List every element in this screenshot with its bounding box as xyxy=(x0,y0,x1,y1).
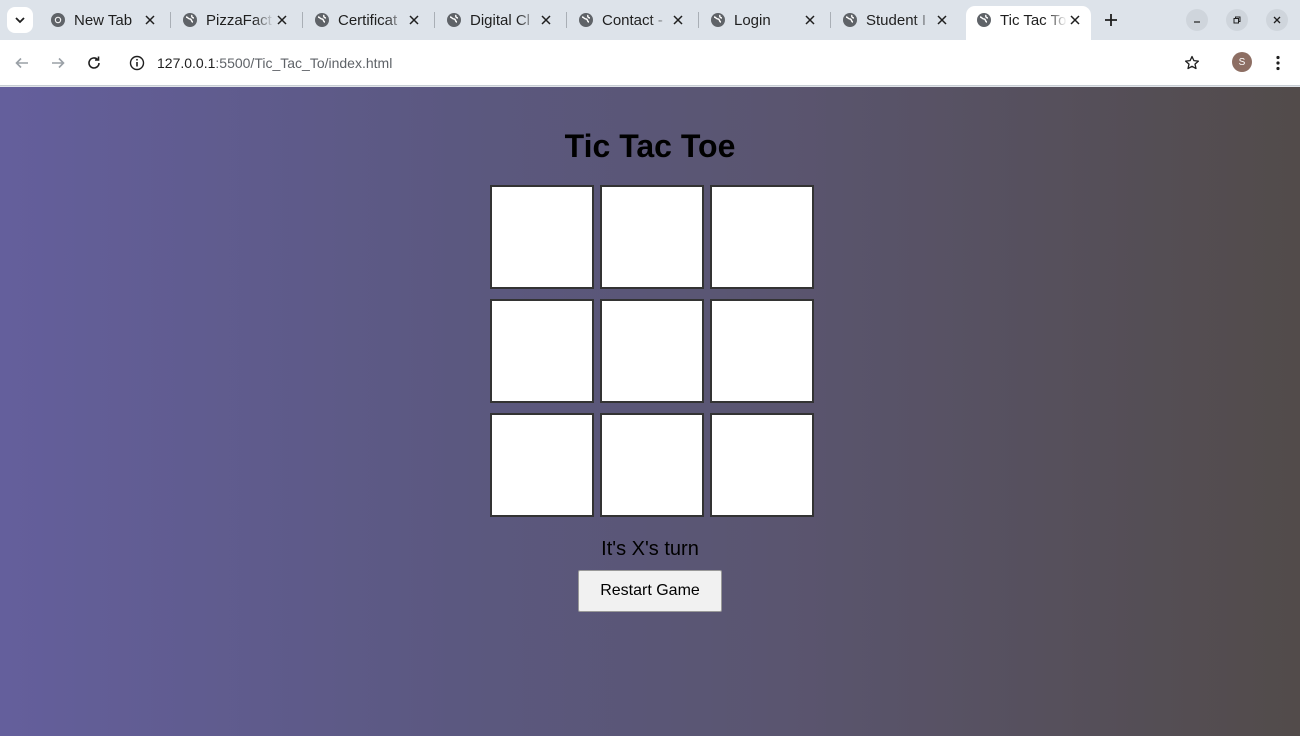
reload-icon xyxy=(88,56,100,69)
forward-button[interactable] xyxy=(46,51,70,75)
browser-toolbar: 127.0.0.1:5500/Tic_Tac_To/index.html S xyxy=(0,40,1300,86)
turn-status: It's X's turn xyxy=(601,538,699,560)
arrow-right-icon xyxy=(52,57,65,69)
restart-game-button[interactable]: Restart Game xyxy=(578,570,722,612)
page-viewport: Tic Tac Toe It's X's turn Restart Game xyxy=(0,87,1300,736)
tab-pizzafact[interactable]: PizzaFact xyxy=(172,6,298,34)
plus-icon xyxy=(1105,14,1117,26)
arrow-left-icon xyxy=(15,57,28,69)
tab-title: PizzaFact xyxy=(206,11,272,29)
close-icon[interactable] xyxy=(802,12,818,28)
url-path: :5500/Tic_Tac_To/index.html xyxy=(215,55,393,71)
close-icon[interactable] xyxy=(934,12,950,28)
close-icon[interactable] xyxy=(670,12,686,28)
restore-button[interactable] xyxy=(1226,9,1248,31)
profile-avatar[interactable]: S xyxy=(1232,52,1252,72)
tab-title: Tic Tac To xyxy=(1000,11,1067,29)
chrome-icon xyxy=(51,13,65,27)
close-icon xyxy=(1273,16,1281,24)
new-tab-button[interactable] xyxy=(1099,8,1123,32)
reload-button[interactable] xyxy=(82,51,106,75)
tab-separator xyxy=(170,12,171,28)
page-title: Tic Tac Toe xyxy=(564,128,736,164)
board-cell[interactable] xyxy=(490,413,594,517)
close-icon[interactable] xyxy=(406,12,422,28)
board-cell[interactable] xyxy=(710,413,814,517)
globe-icon xyxy=(579,13,593,27)
restore-icon xyxy=(1233,16,1241,24)
chevron-down-icon xyxy=(15,17,25,24)
board-cell[interactable] xyxy=(600,299,704,403)
tab-strip: New Tab PizzaFact Certificat Digital Cl … xyxy=(0,0,1300,40)
tab-separator xyxy=(302,12,303,28)
board-cell[interactable] xyxy=(600,413,704,517)
address-bar[interactable]: 127.0.0.1:5500/Tic_Tac_To/index.html xyxy=(120,45,1220,81)
url-text[interactable]: 127.0.0.1:5500/Tic_Tac_To/index.html xyxy=(157,54,392,72)
bookmark-button[interactable] xyxy=(1182,53,1202,73)
minimize-icon xyxy=(1194,21,1200,23)
tab-digital[interactable]: Digital Cl xyxy=(436,6,562,34)
tab-separator xyxy=(698,12,699,28)
tab-student[interactable]: Student I xyxy=(832,6,958,34)
tab-title: Contact - xyxy=(602,11,663,29)
board-cell[interactable] xyxy=(710,185,814,289)
tab-title: Digital Cl xyxy=(470,11,531,29)
tab-title: Certificat xyxy=(338,11,398,29)
tab-separator xyxy=(830,12,831,28)
url-host: 127.0.0.1 xyxy=(157,55,216,71)
window-close-button[interactable] xyxy=(1266,9,1288,31)
browser-menu-button[interactable] xyxy=(1266,51,1290,75)
tab-title: Login xyxy=(734,11,771,29)
tab-contact[interactable]: Contact - xyxy=(568,6,694,34)
tab-certificate[interactable]: Certificat xyxy=(304,6,430,34)
close-icon[interactable] xyxy=(1067,12,1083,28)
tab-title: New Tab xyxy=(74,11,133,29)
more-vert-icon xyxy=(1276,55,1280,71)
back-button[interactable] xyxy=(10,51,34,75)
globe-icon xyxy=(977,13,991,27)
star-icon xyxy=(1184,55,1200,70)
board-cell[interactable] xyxy=(600,185,704,289)
info-icon xyxy=(129,55,145,71)
tab-search-button[interactable] xyxy=(7,7,33,33)
close-icon[interactable] xyxy=(274,12,290,28)
board-cell[interactable] xyxy=(710,299,814,403)
tab-title: Student I xyxy=(866,11,927,29)
minimize-button[interactable] xyxy=(1186,9,1208,31)
tab-separator xyxy=(566,12,567,28)
close-icon[interactable] xyxy=(538,12,554,28)
tab-new-tab[interactable]: New Tab xyxy=(40,6,166,34)
tab-login[interactable]: Login xyxy=(700,6,826,34)
globe-icon xyxy=(711,13,725,27)
board-cell[interactable] xyxy=(490,299,594,403)
site-info-button[interactable] xyxy=(128,54,146,72)
globe-icon xyxy=(447,13,461,27)
globe-icon xyxy=(843,13,857,27)
game-board xyxy=(490,185,814,517)
tab-separator xyxy=(434,12,435,28)
board-cell[interactable] xyxy=(490,185,594,289)
globe-icon xyxy=(183,13,197,27)
tab-tic-tac-toe[interactable]: Tic Tac To xyxy=(966,6,1091,40)
globe-icon xyxy=(315,13,329,27)
close-icon[interactable] xyxy=(142,12,158,28)
